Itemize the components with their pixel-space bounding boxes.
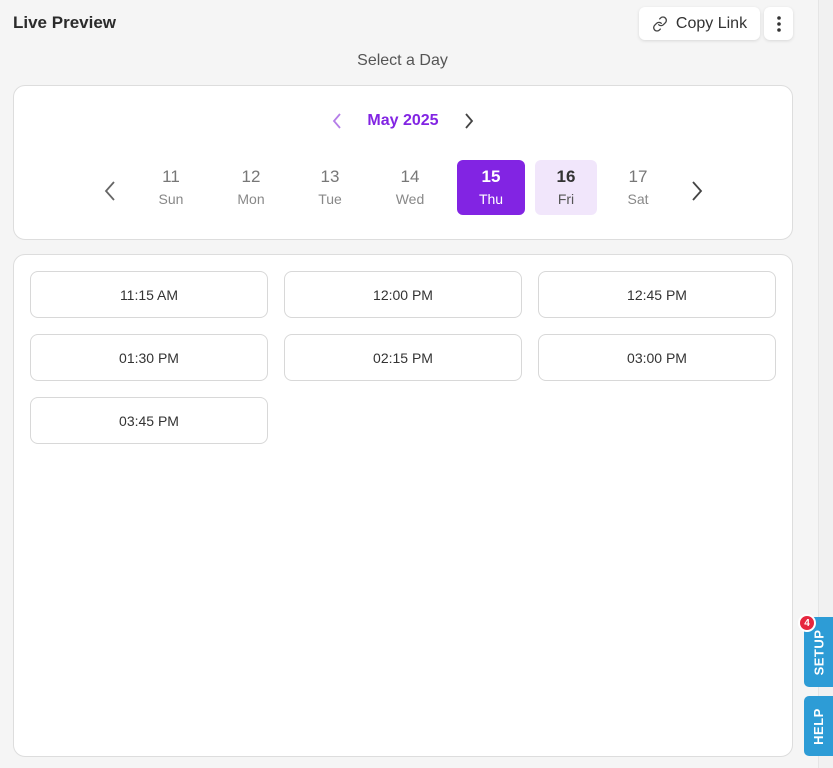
- live-preview-page: Live Preview Copy Link Select a Day May …: [0, 0, 833, 768]
- page-title: Live Preview: [13, 13, 117, 32]
- help-tab-label: HELP: [811, 707, 827, 745]
- day-weekday: Sun: [158, 191, 184, 207]
- day-weekday: Sat: [627, 191, 649, 207]
- day-weekday: Mon: [237, 191, 265, 207]
- time-slot-button[interactable]: 12:00 PM: [284, 271, 522, 318]
- day-picker-card: May 2025 11 Sun 12 Mon 13 Tue 14 Wed 15 …: [13, 85, 793, 240]
- time-slot-button[interactable]: 11:15 AM: [30, 271, 268, 318]
- day-number: 16: [556, 167, 576, 186]
- setup-badge: 4: [798, 614, 816, 632]
- time-slot-button[interactable]: 03:45 PM: [30, 397, 268, 444]
- chevron-right-icon: [464, 113, 473, 129]
- day-number: 14: [400, 167, 420, 186]
- copy-link-label: Copy Link: [675, 14, 748, 32]
- day-mon[interactable]: 12 Mon: [218, 160, 284, 215]
- day-number: 15: [481, 167, 501, 186]
- setup-tab-label: SETUP: [811, 629, 826, 675]
- day-fri[interactable]: 16 Fri: [535, 160, 597, 215]
- day-weekday: Thu: [478, 191, 504, 207]
- day-sun[interactable]: 11 Sun: [138, 160, 204, 215]
- day-sat[interactable]: 17 Sat: [605, 160, 671, 215]
- month-label: May 2025: [367, 112, 439, 129]
- chevron-left-icon: [333, 113, 342, 129]
- day-number: 17: [628, 167, 648, 186]
- copy-link-button[interactable]: Copy Link: [639, 7, 760, 40]
- day-wed[interactable]: 14 Wed: [377, 160, 443, 215]
- chevron-right-icon: [692, 181, 703, 201]
- day-thu-selected[interactable]: 15 Thu: [457, 160, 525, 215]
- prev-month-button[interactable]: [329, 111, 345, 131]
- day-tue[interactable]: 13 Tue: [297, 160, 363, 215]
- day-weekday: Tue: [318, 191, 342, 207]
- time-slot-button[interactable]: 03:00 PM: [538, 334, 776, 381]
- day-weekday: Fri: [557, 191, 575, 207]
- next-month-button[interactable]: [461, 111, 477, 131]
- chevron-left-icon: [104, 181, 115, 201]
- day-weekday: Wed: [395, 191, 425, 207]
- time-slots-card: 11:15 AM 12:00 PM 12:45 PM 01:30 PM 02:1…: [13, 254, 793, 757]
- time-slot-button[interactable]: 02:15 PM: [284, 334, 522, 381]
- link-icon: [652, 15, 668, 32]
- month-navigation: May 2025: [14, 110, 792, 132]
- help-tab[interactable]: HELP: [804, 696, 833, 756]
- prev-week-button[interactable]: [100, 178, 120, 204]
- day-number: 11: [162, 167, 180, 186]
- more-vertical-icon: [776, 15, 781, 32]
- day-number: 13: [320, 167, 340, 186]
- time-slot-button[interactable]: 12:45 PM: [538, 271, 776, 318]
- day-number: 12: [241, 167, 261, 186]
- select-day-label: Select a Day: [357, 52, 448, 69]
- time-slot-button[interactable]: 01:30 PM: [30, 334, 268, 381]
- next-week-button[interactable]: [687, 178, 707, 204]
- more-options-button[interactable]: [764, 7, 793, 40]
